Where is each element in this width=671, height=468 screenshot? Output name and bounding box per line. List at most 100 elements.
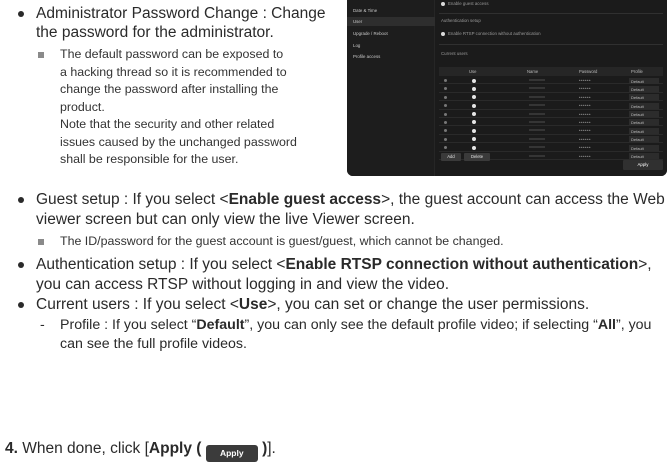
name-field[interactable]: [529, 137, 545, 140]
password-field[interactable]: ••••••: [579, 95, 591, 100]
profile-text-1: Profile : If you select “: [60, 316, 197, 333]
rtsp-label: Enable RTSP connection without authentic…: [448, 31, 541, 36]
settings-sidebar: Date & Time User Upgrade / Reboot Log Pr…: [347, 0, 435, 176]
profile-select[interactable]: Default: [629, 94, 659, 101]
table-row[interactable]: •••••• Default: [439, 76, 663, 85]
guest-label: Enable guest access: [448, 1, 489, 6]
user-settings-screenshot: Date & Time User Upgrade / Reboot Log Pr…: [347, 0, 667, 176]
col-profile: Profile: [631, 69, 643, 74]
row-select-checkbox[interactable]: [444, 112, 447, 116]
profile-select[interactable]: Default: [629, 77, 659, 84]
name-field[interactable]: [529, 95, 545, 98]
profile-select[interactable]: Default: [629, 119, 659, 126]
dash-marker: -: [40, 316, 45, 333]
apply-button[interactable]: Apply: [623, 160, 663, 170]
use-checkbox[interactable]: [472, 120, 476, 125]
table-row[interactable]: •••••• Default: [439, 101, 663, 110]
divider: [439, 44, 663, 45]
name-field[interactable]: [529, 87, 545, 90]
col-use: Use: [469, 69, 477, 74]
name-field[interactable]: [529, 129, 545, 132]
sidebar-item-upgrade-reboot[interactable]: Upgrade / Reboot: [353, 31, 388, 36]
step-end: ].: [267, 440, 276, 457]
profile-select[interactable]: Default: [629, 144, 659, 151]
table-row[interactable]: •••••• Default: [439, 143, 663, 152]
profile-select[interactable]: Default: [629, 153, 659, 160]
settings-explanations: Guest setup : If you select <Enable gues…: [10, 190, 670, 354]
add-user-button[interactable]: Add: [441, 153, 461, 161]
password-field[interactable]: ••••••: [579, 112, 591, 117]
step-text: When done, click [: [22, 440, 149, 457]
row-select-checkbox[interactable]: [444, 104, 447, 108]
row-select-checkbox[interactable]: [444, 87, 447, 91]
row-select-checkbox[interactable]: [444, 95, 447, 99]
use-checkbox[interactable]: [472, 103, 476, 108]
password-field[interactable]: ••••••: [579, 86, 591, 91]
name-field[interactable]: [529, 146, 545, 149]
bullet-dot: [18, 11, 24, 17]
name-field[interactable]: [529, 104, 545, 107]
row-select-checkbox[interactable]: [444, 120, 447, 124]
rtsp-checkbox[interactable]: [441, 32, 445, 36]
step-number: 4.: [5, 440, 18, 457]
name-field[interactable]: [529, 79, 545, 81]
use-checkbox[interactable]: [472, 78, 476, 83]
table-row[interactable]: •••••• Default: [439, 93, 663, 102]
guest-bold: Enable guest access: [228, 191, 382, 208]
col-password: Password: [579, 69, 598, 74]
password-field[interactable]: ••••••: [579, 120, 591, 125]
manual-page: Administrator Password Change : Change t…: [0, 0, 671, 468]
auth-heading: Authentication setup: [441, 18, 481, 23]
users-prefix: Current users : If you select <: [36, 295, 239, 313]
table-row[interactable]: •••••• Default: [439, 126, 663, 135]
sidebar-item-user[interactable]: User: [347, 17, 435, 26]
table-row[interactable]: •••••• Default: [439, 135, 663, 144]
name-field[interactable]: [529, 120, 545, 123]
row-select-checkbox[interactable]: [444, 146, 447, 150]
table-row[interactable]: •••••• Default: [439, 118, 663, 127]
delete-user-button[interactable]: Delete: [464, 153, 490, 161]
use-checkbox[interactable]: [472, 112, 476, 117]
name-field[interactable]: [529, 112, 545, 115]
inline-apply-button[interactable]: Apply: [205, 445, 258, 462]
use-checkbox[interactable]: [472, 86, 476, 91]
use-checkbox[interactable]: [472, 137, 476, 142]
row-select-checkbox[interactable]: [444, 79, 447, 82]
row-select-checkbox[interactable]: [444, 129, 447, 133]
profile-select[interactable]: Default: [629, 136, 659, 143]
profile-select[interactable]: Default: [629, 127, 659, 134]
profile-select[interactable]: Default: [629, 85, 659, 92]
admin-password-heading: Administrator Password Change : Change t…: [36, 5, 326, 41]
divider: [439, 13, 663, 14]
note-line: The default password can be exposed to: [60, 47, 284, 61]
auth-bold: Enable RTSP connection without authentic…: [285, 255, 639, 273]
name-field[interactable]: [529, 154, 545, 157]
step-4: 4. When done, click [Apply ( Apply )].: [5, 439, 276, 462]
row-select-checkbox[interactable]: [444, 137, 447, 141]
use-checkbox[interactable]: [472, 128, 476, 133]
password-field[interactable]: ••••••: [579, 154, 591, 159]
table-row[interactable]: •••••• Default: [439, 110, 663, 118]
use-checkbox[interactable]: [472, 145, 476, 150]
note-line: shall be responsible for the user.: [60, 152, 239, 166]
password-field[interactable]: ••••••: [579, 103, 591, 108]
users-suffix: >, you can set or change the user permis…: [267, 295, 590, 313]
password-field[interactable]: ••••••: [579, 78, 591, 83]
guest-checkbox[interactable]: [441, 2, 445, 6]
password-field[interactable]: ••••••: [579, 145, 591, 150]
auth-setup-bullet: Authentication setup : If you select <En…: [10, 255, 670, 295]
users-heading: Current users: [441, 51, 468, 56]
password-field[interactable]: ••••••: [579, 137, 591, 142]
current-users-bullet: Current users : If you select <Use>, you…: [10, 295, 670, 315]
profile-select[interactable]: Default: [629, 102, 659, 109]
sidebar-item-profile-access[interactable]: Profile access: [353, 54, 380, 59]
profile-select[interactable]: Default: [629, 111, 659, 118]
users-table-header: Use Name Password Profile: [439, 67, 663, 76]
table-row[interactable]: •••••• Default: [439, 84, 663, 93]
sidebar-item-date-time[interactable]: Date & Time: [353, 8, 377, 13]
auth-prefix: Authentication setup : If you select <: [36, 255, 286, 273]
password-field[interactable]: ••••••: [579, 128, 591, 133]
use-checkbox[interactable]: [472, 95, 476, 100]
sidebar-item-log[interactable]: Log: [353, 43, 360, 48]
admin-password-note: The default password can be exposed to a…: [10, 46, 342, 169]
